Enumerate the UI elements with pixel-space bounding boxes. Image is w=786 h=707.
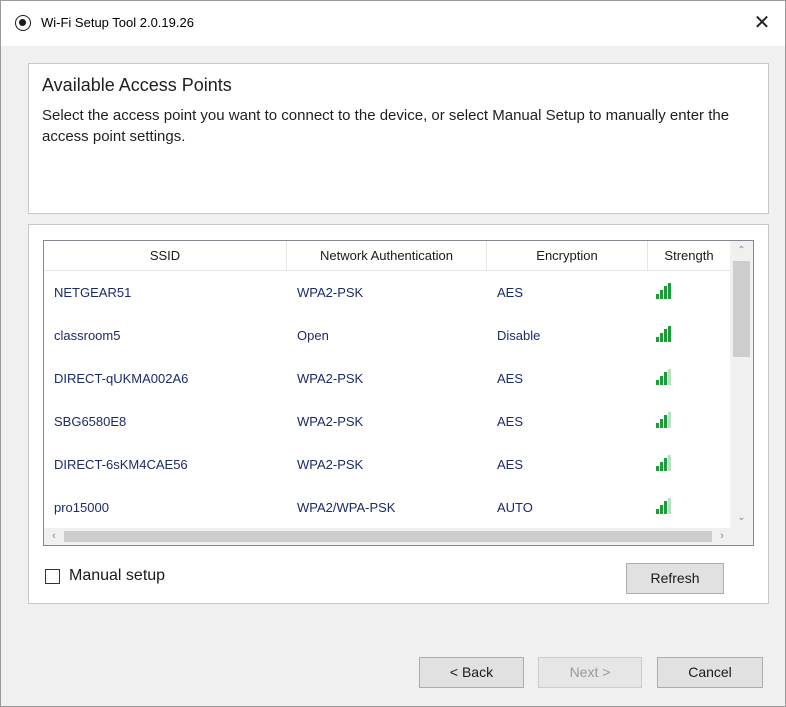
refresh-button[interactable]: Refresh xyxy=(626,563,724,594)
scroll-left-icon[interactable]: ‹ xyxy=(44,528,64,545)
signal-bar xyxy=(668,369,671,385)
ssid-cell: DIRECT-qUKMA002A6 xyxy=(54,371,189,386)
ssid-cell: pro15000 xyxy=(54,500,109,515)
table-row[interactable]: DIRECT-qUKMA002A6 WPA2-PSK AES xyxy=(44,357,730,400)
signal-bar xyxy=(656,380,659,385)
auth-cell: WPA2-PSK xyxy=(297,457,364,472)
cancel-button[interactable]: Cancel xyxy=(657,657,763,688)
title-bar: Wi-Fi Setup Tool 2.0.19.26 ✕ xyxy=(1,1,785,46)
table-row[interactable]: NETGEAR51 WPA2-PSK AES xyxy=(44,271,730,314)
signal-bar xyxy=(664,415,667,428)
scroll-right-icon[interactable]: › xyxy=(712,528,732,545)
table-row[interactable]: classroom5 Open Disable xyxy=(44,314,730,357)
signal-bar xyxy=(660,505,663,514)
signal-strength-icon xyxy=(656,455,676,471)
page-title: Available Access Points xyxy=(42,75,232,95)
signal-bar xyxy=(668,498,671,514)
list-rows: NETGEAR51 WPA2-PSK AES classroom5 Open Disabl… xyxy=(44,271,730,529)
auth-cell: WPA2-PSK xyxy=(297,285,364,300)
signal-bar xyxy=(660,462,663,471)
signal-bar xyxy=(668,412,671,428)
signal-bar xyxy=(664,329,667,342)
horizontal-scroll-thumb[interactable] xyxy=(64,531,712,542)
access-point-panel: SSID Network Authentication Encryption S… xyxy=(28,224,769,604)
horizontal-scrollbar[interactable]: ‹ › xyxy=(44,528,753,545)
column-header-auth[interactable]: Network Authentication xyxy=(287,241,487,271)
ssid-cell: DIRECT-6sKM4CAE56 xyxy=(54,457,188,472)
auth-cell: WPA2/WPA-PSK xyxy=(297,500,396,515)
auth-cell: Open xyxy=(297,328,329,343)
signal-bar xyxy=(656,466,659,471)
signal-bar xyxy=(656,509,659,514)
ssid-cell: SBG6580E8 xyxy=(54,414,127,429)
vertical-scroll-thumb[interactable] xyxy=(733,261,750,357)
vertical-scrollbar[interactable]: ⌃ ⌄ xyxy=(730,241,753,528)
encryption-cell: Disable xyxy=(497,328,541,343)
signal-bar xyxy=(664,286,667,299)
auth-cell: WPA2-PSK xyxy=(297,371,364,386)
column-header-ssid[interactable]: SSID xyxy=(44,241,287,271)
signal-bar xyxy=(660,376,663,385)
back-button[interactable]: < Back xyxy=(419,657,524,688)
table-row[interactable]: SBG6580E8 WPA2-PSK AES xyxy=(44,400,730,443)
signal-bar xyxy=(664,501,667,514)
list-header: SSID Network Authentication Encryption S… xyxy=(44,241,730,271)
ssid-cell: NETGEAR51 xyxy=(54,285,132,300)
signal-bar xyxy=(668,455,671,471)
auth-cell: WPA2-PSK xyxy=(297,414,364,429)
page-description: Select the access point you want to conn… xyxy=(42,107,730,145)
encryption-cell: AES xyxy=(497,414,524,429)
table-row[interactable]: DIRECT-6sKM4CAE56 WPA2-PSK AES xyxy=(44,443,730,486)
signal-bar xyxy=(660,419,663,428)
signal-bar xyxy=(660,290,663,299)
wifi-setup-window: Wi-Fi Setup Tool 2.0.19.26 ✕ Available A… xyxy=(0,0,786,707)
encryption-cell: AUTO xyxy=(497,500,533,515)
signal-bar xyxy=(660,333,663,342)
window-title: Wi-Fi Setup Tool 2.0.19.26 xyxy=(41,15,194,30)
manual-setup-checkbox[interactable] xyxy=(45,569,60,584)
column-header-encryption[interactable]: Encryption xyxy=(487,241,648,271)
next-button[interactable]: Next > xyxy=(538,657,642,688)
signal-strength-icon xyxy=(656,412,676,428)
signal-bar xyxy=(664,372,667,385)
signal-bar xyxy=(656,294,659,299)
signal-strength-icon xyxy=(656,283,676,299)
signal-bar xyxy=(656,337,659,342)
scroll-up-icon[interactable]: ⌃ xyxy=(730,241,753,261)
encryption-cell: AES xyxy=(497,457,524,472)
scroll-down-icon[interactable]: ⌄ xyxy=(730,508,753,528)
app-icon xyxy=(15,15,31,31)
header-panel: Available Access Points Select the acces… xyxy=(28,63,769,214)
close-icon[interactable]: ✕ xyxy=(739,1,785,46)
signal-strength-icon xyxy=(656,369,676,385)
signal-bar xyxy=(668,283,671,299)
signal-strength-icon xyxy=(656,498,676,514)
signal-bar xyxy=(668,326,671,342)
signal-bar xyxy=(656,423,659,428)
encryption-cell: AES xyxy=(497,371,524,386)
column-header-strength[interactable]: Strength xyxy=(648,241,730,271)
ssid-cell: classroom5 xyxy=(54,328,121,343)
signal-bar xyxy=(664,458,667,471)
signal-strength-icon xyxy=(656,326,676,342)
manual-setup-label[interactable]: Manual setup xyxy=(69,567,165,585)
encryption-cell: AES xyxy=(497,285,524,300)
access-point-list[interactable]: SSID Network Authentication Encryption S… xyxy=(43,240,754,546)
table-row[interactable]: pro15000 WPA2/WPA-PSK AUTO xyxy=(44,486,730,529)
